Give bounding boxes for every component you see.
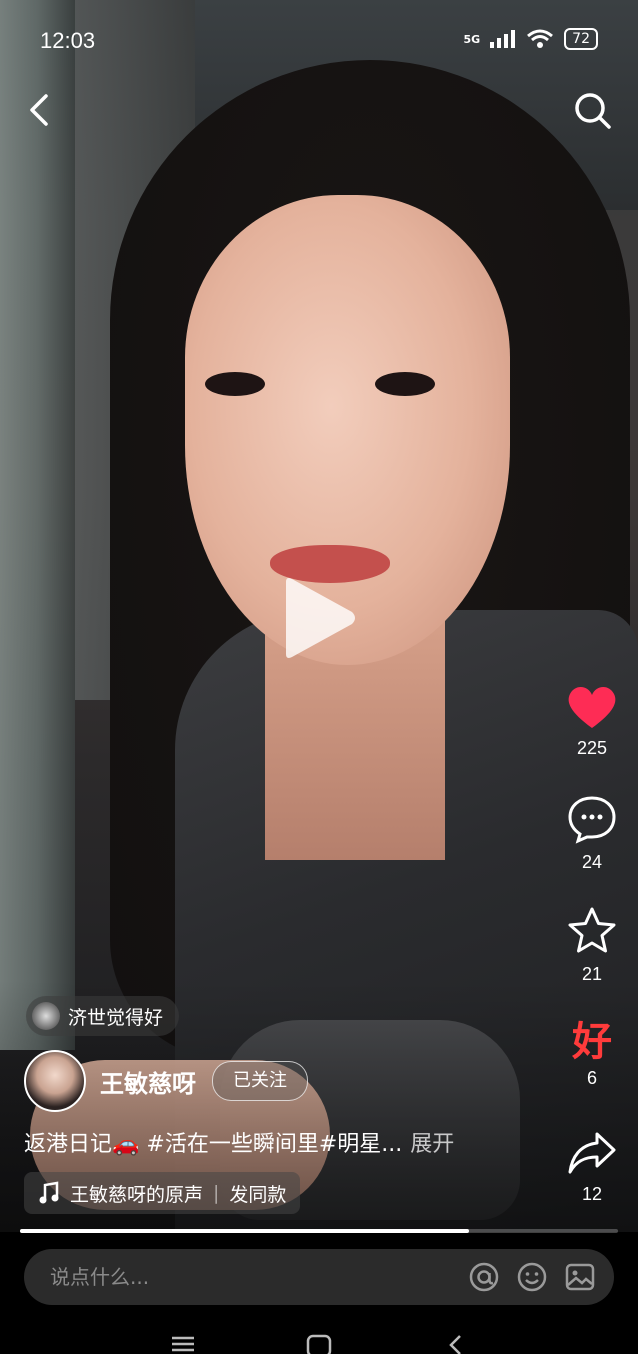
- friend-like-badge[interactable]: 济世觉得好: [26, 996, 180, 1036]
- comment-button[interactable]: 24: [560, 794, 624, 873]
- at-icon[interactable]: [468, 1261, 500, 1293]
- comment-count: 24: [581, 852, 603, 872]
- video-progress-bar[interactable]: [20, 1229, 618, 1233]
- battery-indicator: 72: [564, 28, 598, 50]
- author-avatar[interactable]: [24, 1050, 86, 1112]
- wifi-icon: [527, 29, 554, 48]
- play-button[interactable]: [280, 576, 360, 660]
- video-caption[interactable]: 返港日记🚗 #活在一些瞬间里#明星... 展开: [24, 1126, 454, 1158]
- status-icons: 5G 72: [463, 28, 598, 50]
- emoji-icon[interactable]: [516, 1261, 548, 1293]
- search-icon: [575, 93, 611, 129]
- author-row: 王敏慈呀 已关注: [24, 1050, 308, 1112]
- play-icon: [286, 578, 355, 658]
- friend-like-text: 济世觉得好: [68, 1006, 164, 1029]
- person-eye-right: [375, 372, 435, 396]
- comment-bar[interactable]: 说点什么...: [24, 1249, 614, 1305]
- network-type: 5G: [463, 32, 481, 46]
- music-title: 王敏慈呀的原声: [70, 1183, 204, 1206]
- menu-icon[interactable]: [168, 1330, 198, 1354]
- favorite-button[interactable]: 21: [560, 906, 624, 985]
- heart-icon: [568, 686, 616, 728]
- star-icon: [568, 907, 616, 953]
- comment-icon: [568, 796, 616, 844]
- music-note-icon: [39, 1181, 59, 1204]
- good-icon: 好: [572, 1019, 612, 1065]
- friend-avatar: [32, 1002, 60, 1030]
- image-icon[interactable]: [564, 1261, 596, 1293]
- back-button[interactable]: [22, 88, 62, 132]
- good-button[interactable]: 好 6: [560, 1020, 624, 1089]
- caption-text: 返港日记🚗 #活在一些瞬间里#明星...: [24, 1132, 403, 1157]
- back-icon: [30, 94, 48, 126]
- video-progress-fill: [20, 1229, 469, 1233]
- person-eye-left: [205, 372, 265, 396]
- share-count: 12: [581, 1184, 603, 1204]
- like-button[interactable]: 225: [560, 684, 624, 759]
- like-count: 225: [576, 738, 608, 758]
- music-info[interactable]: 王敏慈呀的原声 | 发同款: [24, 1172, 301, 1214]
- favorite-count: 21: [581, 964, 603, 984]
- background-window: [0, 0, 75, 1050]
- system-nav-bar: [0, 1310, 638, 1354]
- search-button[interactable]: [572, 90, 614, 132]
- expand-caption-link[interactable]: 展开: [410, 1132, 454, 1157]
- status-bar: 12:03 5G 72: [0, 0, 638, 80]
- status-time: 12:03: [40, 28, 96, 53]
- share-button[interactable]: 12: [560, 1130, 624, 1205]
- music-separator: |: [213, 1182, 220, 1204]
- share-icon: [568, 1132, 616, 1174]
- good-count: 6: [586, 1068, 597, 1088]
- home-icon[interactable]: [304, 1330, 334, 1354]
- author-name[interactable]: 王敏慈呀: [100, 1064, 196, 1099]
- use-sound-button[interactable]: 发同款: [229, 1180, 286, 1207]
- nav-back-icon[interactable]: [440, 1330, 470, 1354]
- follow-button[interactable]: 已关注: [212, 1061, 308, 1101]
- comment-input[interactable]: 说点什么...: [50, 1249, 149, 1305]
- signal-icon: [490, 30, 516, 48]
